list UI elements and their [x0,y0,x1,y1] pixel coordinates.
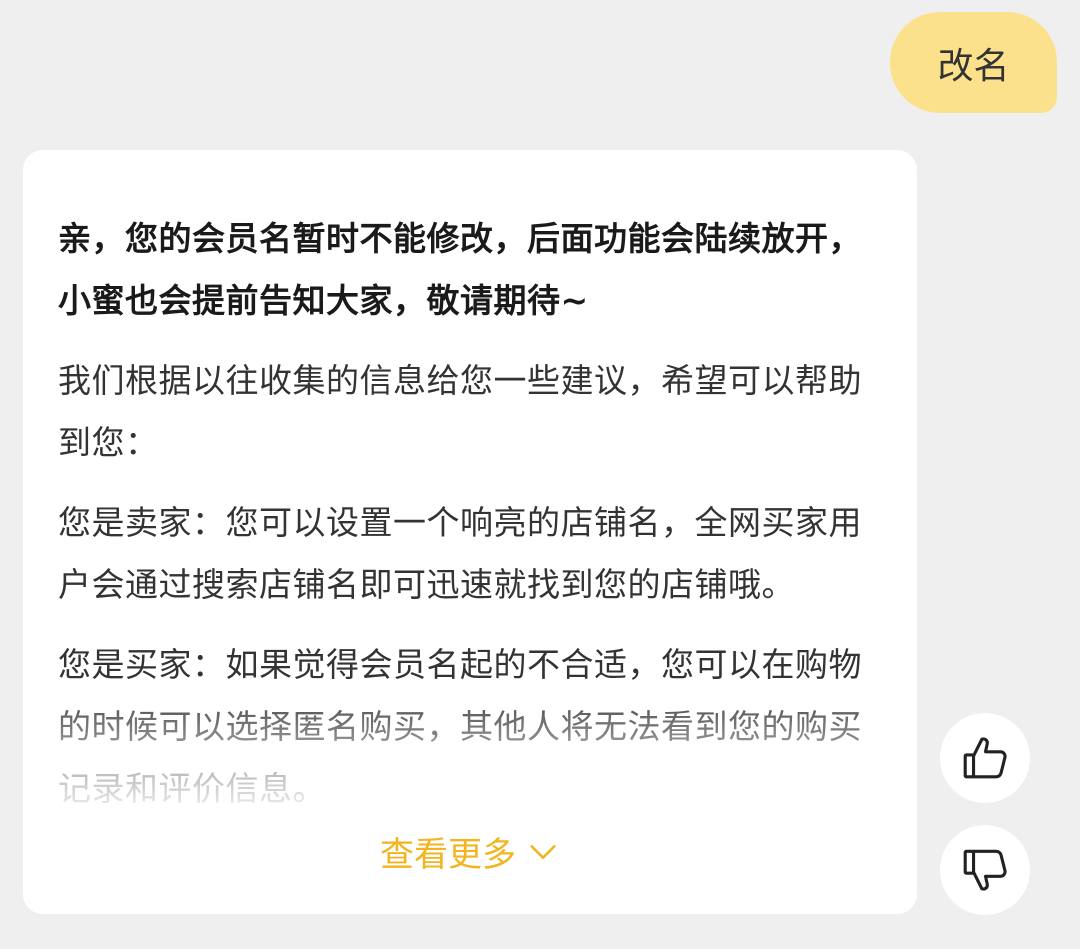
view-more-label: 查看更多 [380,835,516,875]
view-more-button[interactable]: 查看更多 [23,827,917,876]
reply-paragraph: 您是卖家：您可以设置一个响亮的店铺名，全网买家用户会通过搜索店铺名即可迅速就找到… [58,503,862,604]
reply-paragraph: 我们根据以往收集的信息给您一些建议，希望可以帮助到您： [58,361,862,462]
dislike-button[interactable] [940,825,1030,915]
thumbs-down-icon [963,849,1007,891]
thumbs-up-icon [963,737,1007,779]
reply-headline: 亲，您的会员名暂时不能修改，后面功能会陆续放开，小蜜也会提前告知大家，敬请期待~ [58,219,862,320]
chevron-down-icon [530,844,556,859]
user-message-text: 改名 [937,45,1010,87]
fade-overlay [23,684,917,914]
reply-card: 亲，您的会员名暂时不能修改，后面功能会陆续放开，小蜜也会提前告知大家，敬请期待~… [23,150,917,914]
user-message-bubble[interactable]: 改名 [890,12,1057,113]
like-button[interactable] [940,713,1030,803]
